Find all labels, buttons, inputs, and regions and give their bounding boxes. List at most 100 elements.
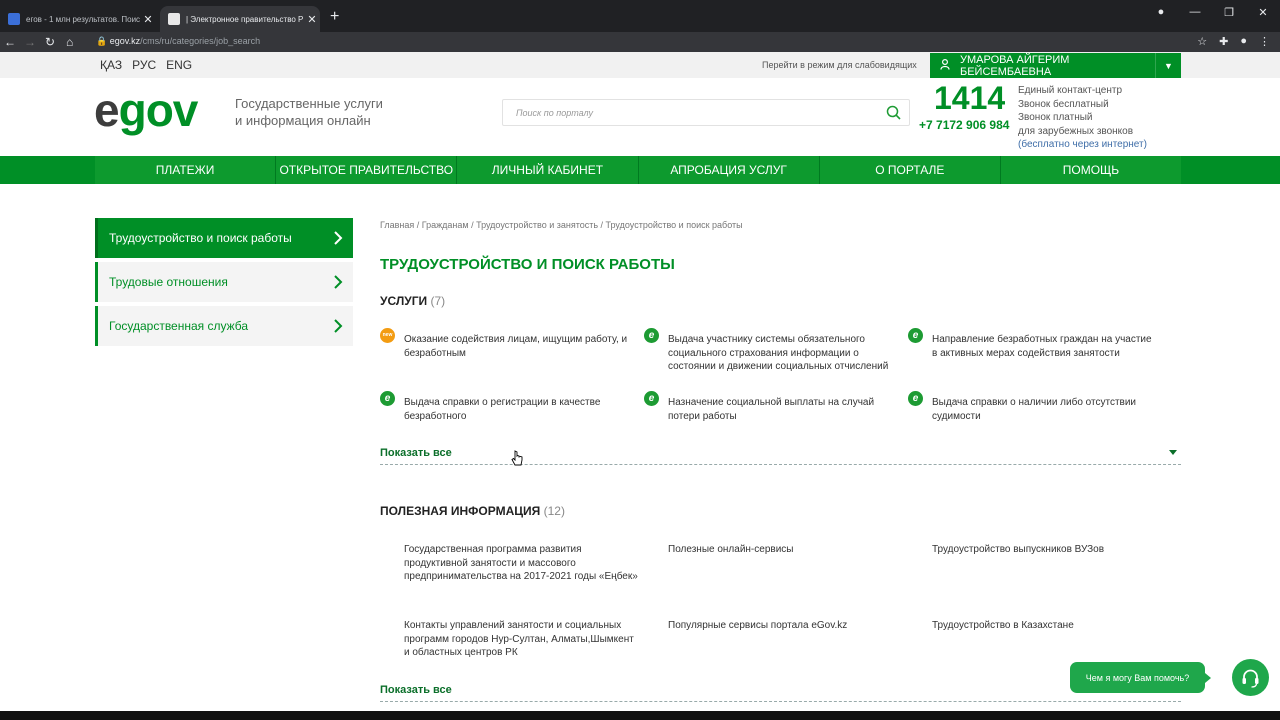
service-item[interactable]: e Выдача справки о наличии либо отсутств…: [908, 391, 1158, 423]
useful-info-count: (12): [543, 504, 565, 518]
service-item[interactable]: e Направление безработных граждан на уча…: [908, 328, 1158, 360]
user-icon: [930, 58, 960, 73]
main-navigation: ПЛАТЕЖИ ОТКРЫТОЕ ПРАВИТЕЛЬСТВО ЛИЧНЫЙ КА…: [0, 156, 1280, 184]
nav-open-government[interactable]: ОТКРЫТОЕ ПРАВИТЕЛЬСТВО: [276, 156, 458, 184]
browser-tab-bar: егов - 1 млн результатов. Поис ✕ | Элект…: [0, 0, 1280, 32]
sidebar-item-job-search[interactable]: Трудоустройство и поиск работы: [95, 218, 353, 258]
service-item[interactable]: e Выдача справки о регистрации в качеств…: [380, 391, 630, 423]
lang-rus[interactable]: РУС: [132, 58, 156, 72]
show-all-label: Показать все: [380, 447, 452, 459]
contact-info: Единый контакт-центр Звонок бесплатный З…: [1018, 84, 1147, 152]
sidebar-item-labor-relations[interactable]: Трудовые отношения: [95, 262, 353, 302]
service-link[interactable]: Выдача справки о наличии либо отсутствии…: [932, 397, 1136, 422]
service-item[interactable]: new Оказание содействия лицам, ищущим ра…: [380, 328, 630, 360]
home-icon[interactable]: ⌂: [66, 35, 73, 49]
services-heading: УСЛУГИ (7): [380, 294, 445, 308]
back-icon[interactable]: ←: [4, 35, 16, 49]
egov-e-badge-icon: e: [908, 391, 923, 406]
info-link[interactable]: Популярные сервисы портала eGov.kz: [668, 619, 903, 633]
accessibility-link[interactable]: Перейти в режим для слабовидящих: [762, 60, 917, 70]
new-badge-icon: new: [380, 328, 395, 343]
profile-icon[interactable]: ●: [1240, 35, 1247, 48]
url-host: egov.kz: [109, 36, 141, 46]
egov-logo[interactable]: egov: [94, 84, 199, 136]
useful-info-heading-text: ПОЛЕЗНАЯ ИНФОРМАЦИЯ: [380, 504, 541, 518]
restore-icon[interactable]: ❐: [1212, 6, 1246, 19]
support-chat-button[interactable]: [1232, 659, 1269, 696]
site-tagline: Государственные услуги и информация онла…: [235, 95, 395, 129]
free-internet-call-link[interactable]: (бесплатно через интернет): [1018, 138, 1147, 152]
info-link[interactable]: Полезные онлайн-сервисы: [668, 543, 903, 557]
contact-center-number[interactable]: 1414: [934, 80, 1005, 117]
chevron-right-icon: [334, 275, 343, 289]
menu-icon[interactable]: ⋮: [1259, 35, 1270, 48]
browser-tab-egov[interactable]: | Электронное правительство Р ✕: [160, 6, 320, 32]
minimize-icon[interactable]: —: [1178, 6, 1212, 19]
show-all-label: Показать все: [380, 684, 452, 696]
tab-search-icon[interactable]: ●: [1144, 6, 1178, 19]
sidebar-item-civil-service[interactable]: Государственная служба: [95, 306, 353, 346]
search-icon[interactable]: [886, 105, 901, 120]
info-link[interactable]: Государственная программа развития проду…: [404, 543, 639, 584]
info-link[interactable]: Трудоустройство в Казахстане: [932, 619, 1167, 633]
contact-line: Единый контакт-центр: [1018, 85, 1123, 96]
contact-line: для зарубежных звонков: [1018, 125, 1134, 137]
address-bar: ← → ↻ ⌂ 🔒 egov.kz/cms/ru/categories/job_…: [0, 32, 1280, 52]
nav-payments[interactable]: ПЛАТЕЖИ: [95, 156, 277, 184]
browser-tab-search[interactable]: егов - 1 млн результатов. Поис ✕: [0, 6, 156, 32]
reload-icon[interactable]: ↻: [45, 35, 55, 49]
close-tab-icon[interactable]: ✕: [304, 13, 320, 26]
info-link[interactable]: Трудоустройство выпускников ВУЗов: [932, 543, 1167, 557]
lang-kaz[interactable]: ҚАЗ: [100, 58, 122, 72]
service-link[interactable]: Выдача участнику системы обязательного с…: [668, 334, 888, 372]
useful-info-heading: ПОЛЕЗНАЯ ИНФОРМАЦИЯ (12): [380, 504, 565, 518]
chat-prompt-label: Чем я могу Вам помочь?: [1085, 672, 1190, 683]
lang-eng[interactable]: ENG: [166, 58, 192, 72]
headset-icon: [1242, 669, 1259, 688]
portal-search: [502, 99, 910, 126]
url-field[interactable]: 🔒 egov.kz/cms/ru/categories/job_search: [96, 36, 260, 47]
search-input[interactable]: [503, 100, 909, 125]
nav-service-testing[interactable]: АПРОБАЦИЯ УСЛУГ: [638, 156, 820, 184]
tagline-line-2: и информация онлайн: [235, 113, 371, 128]
logo-gov: gov: [118, 84, 199, 136]
contact-line: Звонок платный: [1018, 112, 1093, 123]
new-tab-icon[interactable]: +: [330, 8, 339, 26]
info-link[interactable]: Контакты управлений занятости и социальн…: [404, 619, 639, 660]
breadcrumb[interactable]: Главная / Гражданам / Трудоустройство и …: [380, 220, 743, 230]
chevron-right-icon: [334, 231, 343, 245]
service-link[interactable]: Выдача справки о регистрации в качестве …: [404, 397, 600, 422]
close-tab-icon[interactable]: ✕: [140, 13, 156, 26]
service-item[interactable]: e Назначение социальной выплаты на случа…: [644, 391, 894, 423]
extensions-icon[interactable]: ✚: [1219, 35, 1228, 48]
egov-favicon-icon: [168, 13, 180, 25]
service-link[interactable]: Назначение социальной выплаты на случай …: [668, 397, 874, 422]
useful-info-show-all-toggle[interactable]: Показать все: [380, 684, 1181, 702]
mouse-pointer-icon: [511, 450, 523, 466]
services-show-all-toggle[interactable]: Показать все: [380, 447, 1181, 465]
chevron-right-icon: [334, 319, 343, 333]
service-link[interactable]: Направление безработных граждан на участ…: [932, 334, 1152, 359]
chat-prompt-bubble[interactable]: Чем я могу Вам помочь?: [1070, 662, 1211, 693]
forward-icon[interactable]: →: [24, 35, 36, 49]
tagline-line-1: Государственные услуги: [235, 96, 383, 111]
user-menu-button[interactable]: УМАРОВА АЙГЕРИМ БЕЙСЕМБАЕВНА ▼: [930, 53, 1181, 78]
page-title: ТРУДОУСТРОЙСТВО И ПОИСК РАБОТЫ: [380, 256, 675, 273]
url-path: /cms/ru/categories/job_search: [140, 36, 261, 46]
close-window-icon[interactable]: ✕: [1246, 6, 1280, 19]
services-heading-text: УСЛУГИ: [380, 294, 428, 308]
nav-personal-cabinet[interactable]: ЛИЧНЫЙ КАБИНЕТ: [457, 156, 639, 184]
service-link[interactable]: Оказание содействия лицам, ищущим работу…: [404, 334, 627, 359]
service-item[interactable]: e Выдача участнику системы обязательного…: [644, 328, 894, 374]
user-name: УМАРОВА АЙГЕРИМ БЕЙСЕМБАЕВНА: [960, 53, 1070, 78]
nav-about-portal[interactable]: О ПОРТАЛЕ: [819, 156, 1001, 184]
nav-help[interactable]: ПОМОЩЬ: [1000, 156, 1182, 184]
triangle-down-icon: [1169, 450, 1177, 455]
egov-e-badge-icon: e: [908, 328, 923, 343]
egov-e-badge-icon: e: [380, 391, 395, 406]
international-phone-number[interactable]: +7 7172 906 984: [919, 118, 1009, 132]
egov-e-badge-icon: e: [644, 391, 659, 406]
chevron-down-icon[interactable]: ▼: [1155, 53, 1181, 78]
language-switcher: ҚАЗ РУС ENG: [100, 58, 192, 72]
bookmark-star-icon[interactable]: ☆: [1197, 35, 1207, 48]
